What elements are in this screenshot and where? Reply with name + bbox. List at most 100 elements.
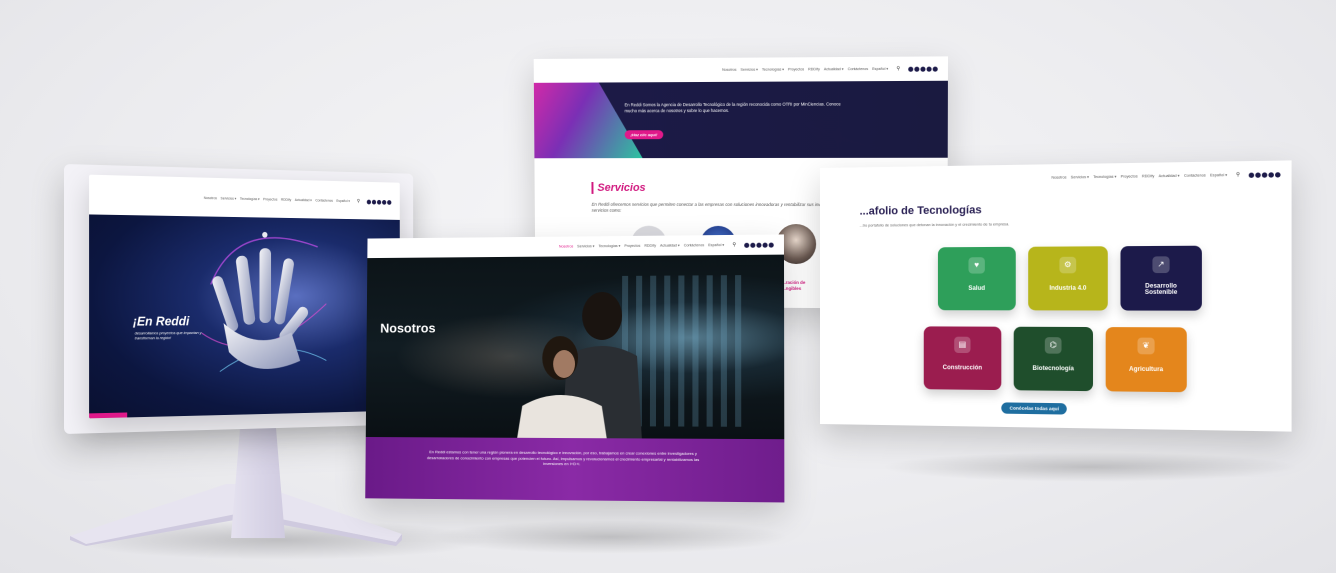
- about-text: En Reddi estamos con tener una región pi…: [365, 436, 785, 503]
- linkedin-icon[interactable]: [762, 242, 768, 248]
- accent-strip: [89, 412, 128, 419]
- facebook-icon[interactable]: [744, 242, 750, 248]
- nav-item-tecnologias[interactable]: Tecnologías ▾: [598, 244, 620, 248]
- building-icon: ▤: [954, 336, 971, 354]
- banner-cta-button[interactable]: ¡Haz clic aquí!: [624, 130, 664, 140]
- search-icon[interactable]: ⚲: [1236, 172, 1240, 178]
- twitter-icon[interactable]: [1261, 171, 1268, 178]
- mockup-stage: reddi Nosotros Servicios ▾ Tecnologías ▾…: [0, 0, 1336, 573]
- tile-agricultura[interactable]: ❦ Agricultura: [1105, 327, 1187, 393]
- tile-label: Industria 4.0: [1049, 285, 1087, 292]
- tile-label: Construcción: [942, 365, 983, 372]
- search-icon[interactable]: ⚲: [357, 199, 360, 205]
- instagram-icon[interactable]: [371, 199, 377, 205]
- language-selector[interactable]: Español ▾: [872, 67, 888, 71]
- linkedin-icon[interactable]: [1268, 171, 1274, 178]
- tile-biotecnologia[interactable]: ⌬ Biotecnología: [1013, 326, 1094, 392]
- monitor-screen: reddi Nosotros Servicios ▾ Tecnologías ▾…: [89, 174, 400, 419]
- youtube-icon[interactable]: [1275, 171, 1281, 178]
- tile-label: Desarrollo Sostenible: [1144, 283, 1178, 296]
- facebook-icon[interactable]: [908, 66, 914, 72]
- facebook-icon[interactable]: [1248, 172, 1255, 178]
- instagram-icon[interactable]: [1255, 171, 1261, 178]
- hero-image: [365, 254, 785, 440]
- nav-item-tecnologias[interactable]: Tecnologías ▾: [1093, 175, 1116, 179]
- nav-item-actualidad[interactable]: Actualidad ▾: [295, 198, 312, 202]
- twitter-icon[interactable]: [920, 66, 926, 72]
- nav-item-contactenos[interactable]: Contáctenos: [315, 199, 333, 203]
- tile-industria[interactable]: ⚙ Industria 4.0: [1028, 246, 1108, 311]
- nav-item-proyectos[interactable]: Proyectos: [263, 197, 277, 201]
- nav-item-rddify[interactable]: RDDIfy: [644, 244, 656, 248]
- nav-item-proyectos[interactable]: Proyectos: [788, 67, 804, 71]
- page-title: Nosotros: [380, 320, 436, 336]
- language-selector[interactable]: Español ▾: [336, 199, 350, 203]
- floor-shadow: [430, 520, 790, 554]
- nav-item-servicios[interactable]: Servicios ▾: [221, 196, 237, 200]
- nav-item-contactenos[interactable]: Contáctenos: [684, 243, 704, 247]
- nav-item-nosotros[interactable]: Nosotros: [204, 196, 217, 200]
- chart-leaf-icon: ↗: [1152, 256, 1170, 274]
- nav-item-nosotros[interactable]: Nosotros: [722, 68, 736, 72]
- floor-shadow: [880, 452, 1300, 482]
- nav-item-tecnologias[interactable]: Tecnologías ▾: [240, 197, 260, 201]
- nav-item-tecnologias[interactable]: Tecnologías ▾: [762, 67, 784, 71]
- nav-item-contactenos[interactable]: Contáctenos: [1184, 173, 1206, 178]
- service-caption: ...ración de ...ngibles: [782, 279, 806, 291]
- tile-construccion[interactable]: ▤ Construcción: [923, 326, 1002, 391]
- nav-item-actualidad[interactable]: Actualidad ▾: [824, 67, 844, 71]
- see-all-button[interactable]: Conócelas todas aquí: [1001, 402, 1068, 415]
- nav-item-contactenos[interactable]: Contáctenos: [848, 67, 868, 71]
- social-icons: [744, 242, 774, 248]
- gear-hand-icon: ⚙: [1059, 256, 1077, 274]
- nosotros-screen: Nosotros Servicios ▾ Tecnologías ▾ Proye…: [365, 234, 785, 503]
- nav-item-actualidad[interactable]: Actualidad ▾: [1159, 174, 1180, 178]
- nav-item-proyectos[interactable]: Proyectos: [1121, 174, 1138, 178]
- twitter-icon[interactable]: [376, 199, 382, 205]
- language-selector[interactable]: Español ▾: [708, 243, 724, 247]
- section-title: ...afolio de Tecnologías: [859, 204, 982, 218]
- section-description: ...tro portafolio de soluciones que deto…: [859, 222, 1010, 228]
- tile-label: Agricultura: [1128, 366, 1164, 374]
- language-selector[interactable]: Español ▾: [1210, 173, 1227, 177]
- tile-label: Biotecnología: [1032, 365, 1074, 373]
- youtube-icon[interactable]: [768, 242, 774, 248]
- robot-hand-image: [202, 231, 327, 381]
- nav-item-servicios[interactable]: Servicios ▾: [1071, 175, 1089, 179]
- top-nav: Nosotros Servicios ▾ Tecnologías ▾ Proye…: [533, 56, 948, 83]
- search-icon[interactable]: ⚲: [896, 66, 900, 72]
- youtube-icon[interactable]: [932, 66, 938, 72]
- heart-pulse-icon: ♥: [968, 257, 985, 274]
- tile-desarrollo-sostenible[interactable]: ↗ Desarrollo Sostenible: [1120, 245, 1202, 311]
- monitor-stand: [231, 428, 285, 538]
- youtube-icon[interactable]: [387, 199, 392, 205]
- hero-title: ¡En Reddi: [132, 313, 190, 329]
- dna-icon: ⌬: [1044, 337, 1062, 354]
- nav-item-nosotros[interactable]: Nosotros: [1051, 175, 1066, 179]
- nav-item-rddify[interactable]: RDDIfy: [281, 198, 291, 202]
- nav-item-actualidad[interactable]: Actualidad ▾: [660, 243, 680, 247]
- top-nav: Nosotros Servicios ▾ Tecnologías ▾ Proye…: [89, 188, 400, 209]
- instagram-icon[interactable]: [750, 242, 756, 248]
- instagram-icon[interactable]: [914, 66, 920, 72]
- nav-item-rddify[interactable]: RDDIfy: [808, 67, 820, 71]
- nav-item-rddify[interactable]: RDDIfy: [1142, 174, 1154, 178]
- plant-icon: ❦: [1137, 337, 1155, 355]
- twitter-icon[interactable]: [756, 242, 762, 248]
- linkedin-icon[interactable]: [382, 199, 387, 205]
- linkedin-icon[interactable]: [926, 66, 932, 72]
- people-silhouettes: [517, 291, 643, 439]
- nav-item-servicios[interactable]: Servicios ▾: [741, 68, 758, 72]
- tile-salud[interactable]: ♥ Salud: [937, 246, 1016, 311]
- banner-text: En Reddi Somos la Agencia de Desarrollo …: [624, 101, 841, 113]
- section-title: Servicios: [591, 182, 646, 194]
- monitor: reddi Nosotros Servicios ▾ Tecnologías ▾…: [64, 164, 414, 434]
- social-icons: [366, 199, 392, 205]
- search-icon[interactable]: ⚲: [732, 242, 736, 248]
- social-icons: [1248, 171, 1281, 178]
- nav-item-servicios[interactable]: Servicios ▾: [577, 244, 594, 248]
- nav-item-proyectos[interactable]: Proyectos: [624, 244, 640, 248]
- facebook-icon[interactable]: [366, 199, 372, 204]
- social-icons: [908, 66, 938, 72]
- nav-item-nosotros[interactable]: Nosotros: [559, 244, 573, 248]
